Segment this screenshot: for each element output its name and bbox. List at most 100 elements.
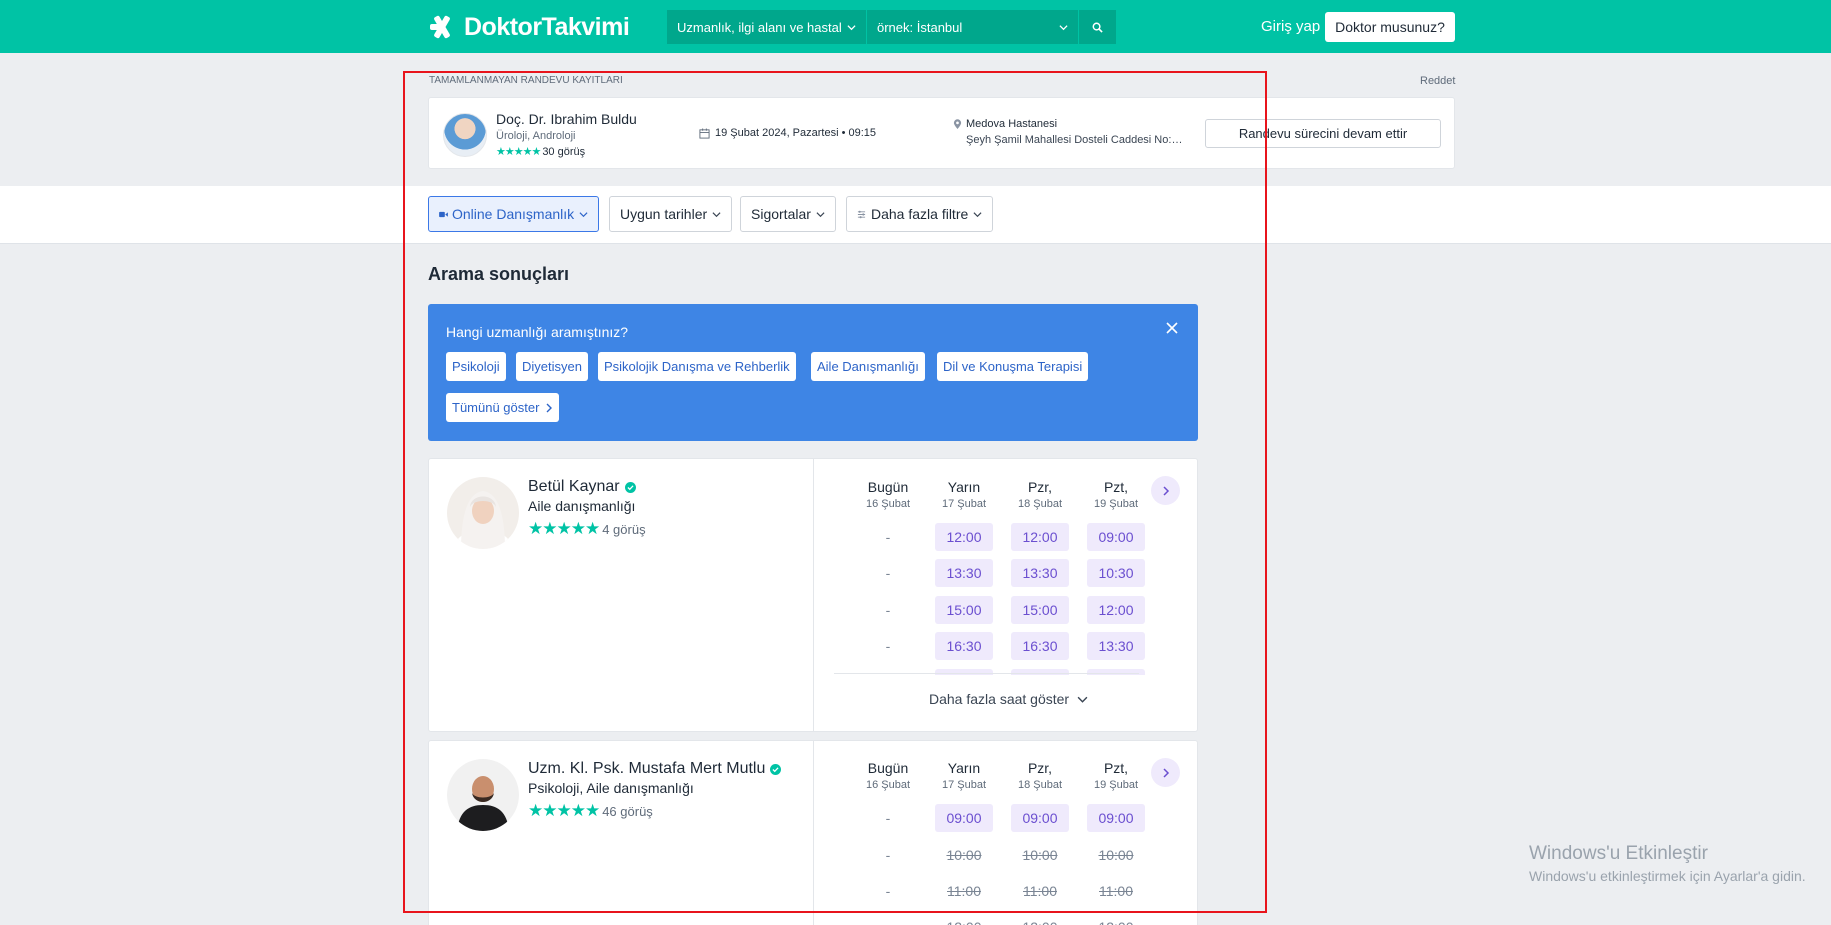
slots-fade-divider [834,673,1139,674]
unavailable-slot: 12:00 [1087,913,1145,925]
verified-icon [770,763,782,775]
doctor-specialty: Üroloji, Androloji [496,130,576,142]
doctor-avatar [443,113,487,157]
time-slot[interactable]: 13:30 [1087,632,1145,660]
time-slot[interactable]: 15:00 [935,596,993,624]
review-count: 30 görüş [542,145,586,158]
doctor-name[interactable]: Uzm. Kl. Psk. Mustafa Mert Mutlu [528,760,782,778]
time-slot[interactable]: 09:00 [1087,804,1145,832]
calendar-next-button[interactable] [1151,476,1180,505]
doctor-rating: ★★★★★ 30 görüş [496,145,586,159]
time-slot[interactable]: 10:30 [1087,559,1145,587]
location-pin-icon [953,118,962,129]
no-slot: - [885,883,891,899]
time-slot[interactable]: 16:30 [935,632,993,660]
calendar-day: Bugün 16 Şubat [865,760,911,791]
doctor-specialty: Psikoloji, Aile danışmanlığı [528,780,694,796]
no-slot: - [885,529,891,545]
doctor-rating: ★★★★★ 4 görüş [528,519,646,539]
online-consultation-filter[interactable]: Online Danışmanlık [428,196,600,232]
specialty-chip-psikoloji[interactable]: Psikoloji [446,352,506,381]
search-icon [1092,22,1103,33]
hospital-address: Şeyh Şamil Mahallesi Dosteli Caddesi No:… [966,134,1186,146]
location-search-input[interactable]: örnek: İstanbul [867,10,1079,44]
online-consultation-label: Online Danışmanlık [452,206,575,222]
no-slot: - [885,810,891,826]
doctor-avatar[interactable] [447,759,519,831]
logo-icon [430,15,450,39]
calendar-day: Yarın 17 Şubat [941,760,987,791]
unavailable-slot: 10:00 [1022,847,1058,863]
chevron-down-icon [847,24,856,30]
specialty-suggestion-banner: Hangi uzmanlığı aramıştınız? Psikoloji D… [428,304,1198,441]
search-button[interactable] [1079,10,1116,44]
time-slot[interactable]: 15:00 [1011,596,1069,624]
time-slot[interactable]: 12:00 [1011,523,1069,551]
pending-appointment-card: Doç. Dr. Ibrahim Buldu Üroloji, Androloj… [428,97,1455,169]
hospital-name: Medova Hastanesi [966,118,1058,130]
windows-activation-watermark: Windows'u Etkinleştir Windows'u etkinleş… [1529,843,1806,884]
calendar-day: Yarın 17 Şubat [941,479,987,510]
chevron-right-icon [1162,485,1169,496]
appointment-datetime: 19 Şubat 2024, Pazartesi • 09:15 [715,127,877,139]
available-dates-filter[interactable]: Uygun tarihler [609,196,733,232]
insurance-label: Sigortalar [751,206,811,222]
time-slot[interactable]: 09:00 [935,804,993,832]
filter-bar: Online Danışmanlık Uygun tarihler Sigort… [0,186,1831,244]
login-link[interactable]: Giriş yap [1261,18,1320,35]
review-count[interactable]: 4 görüş [602,522,645,537]
time-slot[interactable]: 12:00 [1087,596,1145,624]
time-slot[interactable]: 09:00 [1011,804,1069,832]
logo[interactable]: DoktorTakvimi [428,12,630,42]
specialty-chip-diyetisyen[interactable]: Diyetisyen [516,352,588,381]
review-count[interactable]: 46 görüş [602,804,653,819]
calendar-next-button[interactable] [1151,758,1180,787]
calendar-day: Bugün 16 Şubat [865,479,911,510]
rating-stars: ★★★★★ [496,146,541,158]
doctor-rating: ★★★★★ 46 görüş [528,801,653,821]
pending-appointments-title: TAMAMLANMAYAN RANDEVU KAYITLARI [429,75,623,86]
calendar-day: Pzt, 19 Şubat [1093,479,1139,510]
show-more-hours-button[interactable]: Daha fazla saat göster [929,691,1088,707]
doctor-name[interactable]: Doç. Dr. Ibrahim Buldu [496,111,637,127]
specialty-chip-dil-konusma[interactable]: Dil ve Konuşma Terapisi [937,352,1089,381]
time-slot[interactable]: 09:00 [1087,523,1145,551]
doctor-specialty: Aile danışmanlığı [528,498,636,514]
card-divider [813,741,814,925]
insurance-filter[interactable]: Sigortalar [740,196,836,232]
no-slot: - [885,565,891,581]
specialty-search-input[interactable]: Uzmanlık, ilgi alanı ve hastalı [667,10,867,44]
card-divider [813,459,814,731]
doctor-name-text: Uzm. Kl. Psk. Mustafa Mert Mutlu [528,760,766,777]
show-more-hours-label: Daha fazla saat göster [929,691,1070,707]
show-all-specialties-button[interactable]: Tümünü göster [446,393,560,422]
continue-appointment-button[interactable]: Randevu sürecini devam ettir [1205,119,1441,148]
specialty-chip-pdr[interactable]: Psikolojik Danışma ve Rehberlik [598,352,796,381]
time-slot[interactable]: 13:30 [935,559,993,587]
more-filters-button[interactable]: Daha fazla filtre [846,196,994,232]
chevron-down-icon [816,211,825,217]
close-icon[interactable] [1165,321,1179,335]
doctor-photo [447,759,519,831]
slot-peek [1087,669,1145,675]
more-filters-label: Daha fazla filtre [871,206,969,222]
sliders-icon [857,210,866,218]
no-slot: - [885,847,891,863]
doctor-avatar[interactable] [447,477,519,549]
specialty-chip-aile[interactable]: Aile Danışmanlığı [811,352,925,381]
slot-peek [935,669,993,675]
no-slot: - [885,638,891,654]
unavailable-slot: 11:00 [1099,883,1133,899]
doctor-photo [447,477,519,549]
time-slot[interactable]: 13:30 [1011,559,1069,587]
are-you-doctor-button[interactable]: Doktor musunuz? [1325,12,1455,42]
top-navigation-bar: DoktorTakvimi Uzmanlık, ilgi alanı ve ha… [0,0,1831,53]
results-title: Arama sonuçları [428,264,570,284]
watermark-subtitle: Windows'u etkinleştirmek için Ayarlar'a … [1529,868,1806,884]
doctor-name[interactable]: Betül Kaynar [528,478,636,496]
time-slot[interactable]: 12:00 [935,523,993,551]
time-slot[interactable]: 16:30 [1011,632,1069,660]
rating-stars: ★★★★★ [528,519,600,538]
dismiss-link[interactable]: Reddet [1420,75,1455,87]
specialty-search-placeholder: Uzmanlık, ilgi alanı ve hastalı [677,19,841,35]
